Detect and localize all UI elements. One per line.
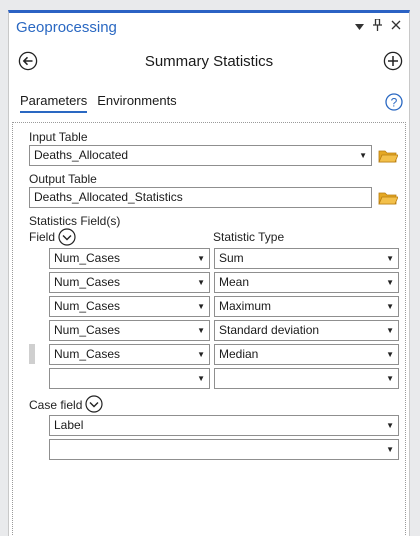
field-dropdown[interactable]: Num_Cases ▼ (49, 320, 210, 341)
case-field-value: Label (54, 418, 84, 432)
tab-strip: Parameters Environments (20, 93, 177, 113)
row-drag-handle[interactable] (29, 344, 35, 364)
chevron-down-icon: ▼ (197, 278, 205, 287)
expand-case-field-chevron-icon[interactable] (85, 395, 103, 416)
tab-parameters[interactable]: Parameters (20, 93, 88, 113)
add-plus-icon[interactable] (383, 51, 403, 71)
statistic-type-value: Standard deviation (219, 323, 320, 337)
statistic-type-dropdown[interactable]: Median ▼ (214, 344, 399, 365)
tool-title: Summary Statistics (144, 53, 274, 70)
statistic-type-value: Maximum (219, 299, 272, 313)
close-icon[interactable] (391, 20, 401, 33)
statistics-fields-label: Statistics Field(s) (29, 214, 121, 228)
field-value: Num_Cases (54, 251, 121, 265)
tab-environments[interactable]: Environments (97, 93, 176, 113)
pin-icon[interactable] (373, 18, 382, 34)
field-dropdown[interactable]: Num_Cases ▼ (49, 296, 210, 317)
case-field-dropdown[interactable]: ▼ (49, 439, 399, 460)
field-value: Num_Cases (54, 275, 121, 289)
chevron-down-icon: ▼ (197, 326, 205, 335)
statistic-type-value: Mean (219, 275, 250, 289)
statistic-type-dropdown[interactable]: Maximum ▼ (214, 296, 399, 317)
field-dropdown[interactable]: ▼ (49, 368, 210, 389)
field-value: Num_Cases (54, 347, 121, 361)
chevron-down-icon: ▼ (386, 374, 394, 383)
output-table-label: Output Table (29, 172, 97, 186)
field-dropdown[interactable]: Num_Cases ▼ (49, 344, 210, 365)
output-table-value: Deaths_Allocated_Statistics (34, 190, 183, 204)
statistic-type-value: Median (219, 347, 259, 361)
statistic-type-dropdown[interactable]: ▼ (214, 368, 399, 389)
folder-icon[interactable] (378, 148, 399, 164)
chevron-down-icon: ▼ (386, 302, 394, 311)
case-field-dropdown[interactable]: Label ▼ (49, 415, 399, 436)
folder-icon[interactable] (378, 190, 399, 206)
pane-menu-icon[interactable] (355, 21, 364, 33)
chevron-down-icon: ▼ (386, 445, 394, 454)
parameters-form: Input Table Deaths_Allocated ▼ Output Ta… (12, 122, 406, 536)
svg-text:?: ? (391, 96, 398, 110)
help-icon[interactable]: ? (385, 93, 403, 111)
input-table-value: Deaths_Allocated (34, 148, 129, 162)
field-column-header: Field (29, 230, 56, 244)
statistic-type-dropdown[interactable]: Sum ▼ (214, 248, 399, 269)
chevron-down-icon: ▼ (386, 254, 394, 263)
statistic-type-value: Sum (219, 251, 244, 265)
input-table-label: Input Table (29, 130, 88, 144)
case-field-label: Case field (29, 398, 83, 412)
chevron-down-icon: ▼ (197, 302, 205, 311)
chevron-down-icon: ▼ (386, 421, 394, 430)
chevron-down-icon: ▼ (359, 151, 367, 160)
input-table-dropdown[interactable]: Deaths_Allocated ▼ (29, 145, 372, 166)
chevron-down-icon: ▼ (386, 326, 394, 335)
expand-field-chevron-icon[interactable] (58, 228, 76, 249)
field-dropdown[interactable]: Num_Cases ▼ (49, 272, 210, 293)
statistic-type-dropdown[interactable]: Mean ▼ (214, 272, 399, 293)
pane-title: Geoprocessing (16, 19, 117, 36)
output-table-input[interactable]: Deaths_Allocated_Statistics (29, 187, 372, 208)
tool-header: Summary Statistics (9, 51, 409, 81)
chevron-down-icon: ▼ (197, 374, 205, 383)
chevron-down-icon: ▼ (386, 278, 394, 287)
window-buttons (355, 18, 401, 34)
statistic-type-dropdown[interactable]: Standard deviation ▼ (214, 320, 399, 341)
chevron-down-icon: ▼ (197, 350, 205, 359)
field-dropdown[interactable]: Num_Cases ▼ (49, 248, 210, 269)
field-value: Num_Cases (54, 323, 121, 337)
geoprocessing-pane: Geoprocessing Summary Statistics Paramet… (8, 10, 410, 536)
chevron-down-icon: ▼ (197, 254, 205, 263)
statistic-type-column-header: Statistic Type (213, 230, 285, 244)
field-value: Num_Cases (54, 299, 121, 313)
chevron-down-icon: ▼ (386, 350, 394, 359)
pane-titlebar: Geoprocessing (9, 13, 409, 43)
